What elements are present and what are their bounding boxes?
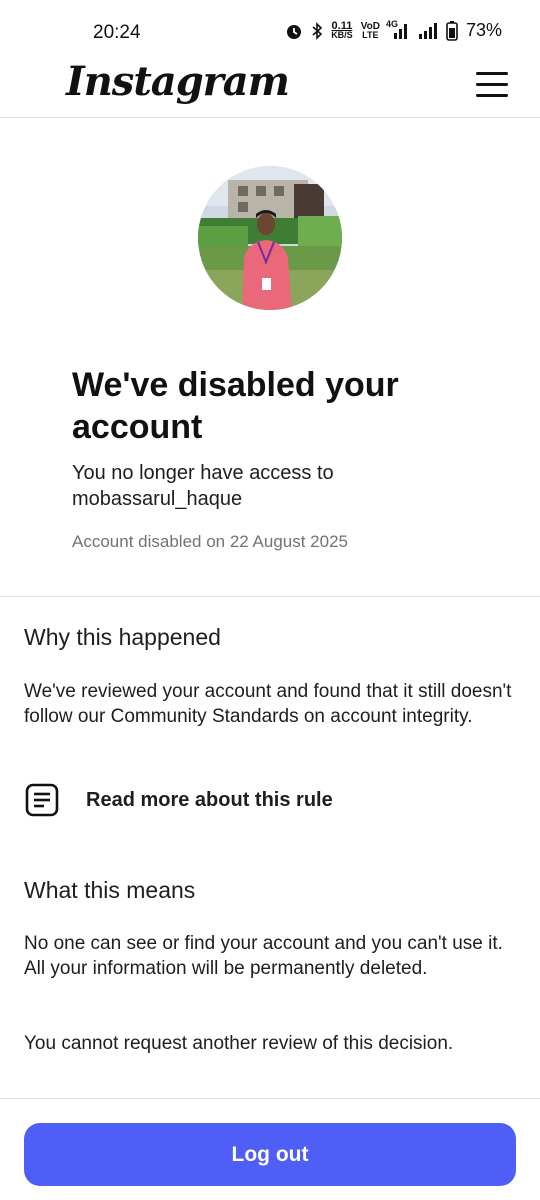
volte-badge: VoD LTE bbox=[361, 21, 380, 40]
divider bbox=[0, 1098, 540, 1099]
instagram-logo[interactable]: Instagram bbox=[66, 58, 290, 105]
net-speed-unit: KB/S bbox=[331, 29, 353, 40]
net-speed: 0.11 KB/S bbox=[331, 20, 353, 40]
why-section-title: Why this happened bbox=[24, 624, 221, 650]
document-icon bbox=[24, 782, 60, 818]
avatar bbox=[198, 166, 342, 310]
page-title: We've disabled your account bbox=[72, 366, 399, 446]
status-icons: 0.11 KB/S VoD LTE 4G 73% bbox=[285, 19, 502, 41]
logout-button[interactable]: Log out bbox=[24, 1123, 516, 1186]
battery-level: 73% bbox=[465, 20, 502, 40]
status-bar: 20:24 0.11 KB/S VoD LTE 4G 73% bbox=[0, 0, 540, 62]
why-section-body: We've reviewed your account and found th… bbox=[24, 681, 512, 727]
signal-icon bbox=[418, 22, 438, 39]
alarm-icon bbox=[285, 22, 303, 40]
means-section-title: What this means bbox=[24, 877, 196, 903]
app-header: Instagram bbox=[0, 58, 540, 118]
hamburger-menu-icon[interactable] bbox=[476, 72, 508, 98]
bluetooth-icon bbox=[311, 21, 323, 40]
means-section-body: No one can see or find your account and … bbox=[24, 933, 503, 979]
status-time: 20:24 bbox=[93, 22, 141, 43]
volte-bottom: LTE bbox=[362, 29, 379, 40]
battery-icon bbox=[446, 20, 458, 41]
signal-4g-icon: 4G bbox=[386, 19, 410, 39]
read-rule-link[interactable]: Read more about this rule bbox=[24, 782, 333, 818]
review-note: You cannot request another review of thi… bbox=[24, 1033, 454, 1054]
read-rule-label[interactable]: Read more about this rule bbox=[86, 789, 333, 812]
access-text: You no longer have access to mobassarul_… bbox=[72, 462, 334, 510]
network-type: 4G bbox=[385, 18, 398, 29]
disabled-date: Account disabled on 22 August 2025 bbox=[72, 532, 348, 551]
divider bbox=[0, 596, 540, 597]
